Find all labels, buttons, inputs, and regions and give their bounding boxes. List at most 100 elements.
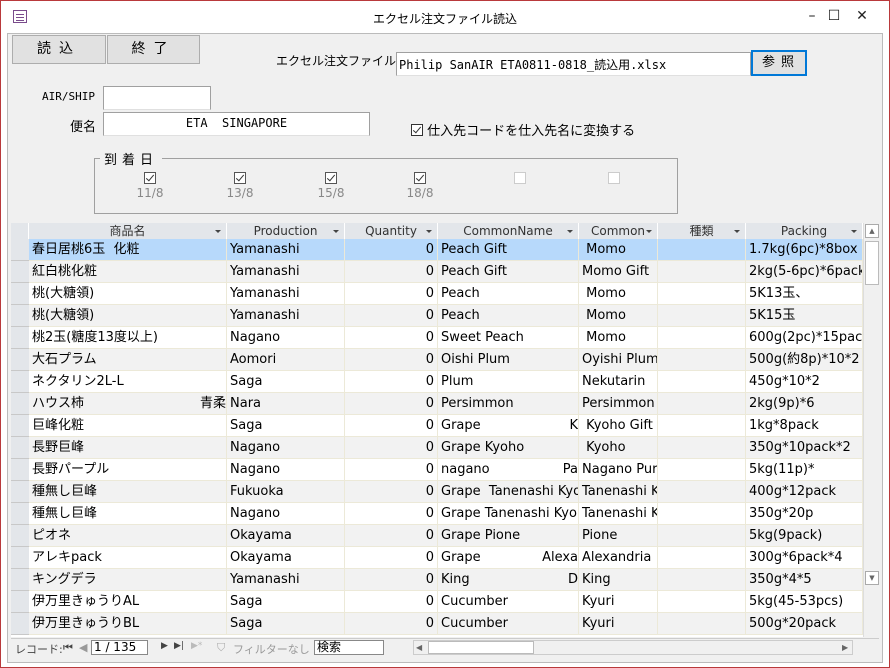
table-row[interactable]: 長野パープル Nagano 0 nagano Pa Nagano Purple 5kg(11… xyxy=(11,459,863,481)
cell-common-name[interactable]: Grape Alexa xyxy=(438,547,579,569)
row-selector[interactable] xyxy=(11,437,29,459)
cell-quantity[interactable]: 0 xyxy=(345,459,438,481)
cell-common-name[interactable]: Persimmon xyxy=(438,393,579,415)
cell-common[interactable]: Momo xyxy=(579,239,658,261)
cell-common-name[interactable]: Cucumber xyxy=(438,613,579,635)
cell-type[interactable] xyxy=(658,393,746,415)
cell-type[interactable] xyxy=(658,613,746,635)
row-selector[interactable] xyxy=(11,261,29,283)
cell-product-name[interactable]: アレキpack xyxy=(29,547,227,569)
cell-packing[interactable]: 450g*10*2 xyxy=(746,371,863,393)
cell-common[interactable]: Nekutarin xyxy=(579,371,658,393)
cell-production[interactable]: Okayama xyxy=(227,547,345,569)
row-selector[interactable] xyxy=(11,371,29,393)
arrival-day-5[interactable] xyxy=(500,172,540,186)
next-record-icon[interactable]: ▶ xyxy=(161,641,168,651)
cell-packing[interactable]: 350g*10pack*2 xyxy=(746,437,863,459)
cell-quantity[interactable]: 0 xyxy=(345,261,438,283)
cell-packing[interactable]: 350g*4*5 xyxy=(746,569,863,591)
cell-quantity[interactable]: 0 xyxy=(345,239,438,261)
cell-packing[interactable]: 350g*20p xyxy=(746,503,863,525)
cell-packing[interactable]: 5kg(11p)* xyxy=(746,459,863,481)
cell-common-name[interactable]: Plum xyxy=(438,371,579,393)
cell-product-name[interactable]: 桃2玉(糖度13度以上) xyxy=(29,327,227,349)
cell-packing[interactable]: 600g(2pc)*15pack xyxy=(746,327,863,349)
cell-packing[interactable]: 500g(約8p)*10*2 xyxy=(746,349,863,371)
cell-quantity[interactable]: 0 xyxy=(345,481,438,503)
cell-production[interactable]: Saga xyxy=(227,613,345,635)
cell-common[interactable]: Oyishi Plum xyxy=(579,349,658,371)
cell-product-name[interactable]: 大石プラム xyxy=(29,349,227,371)
row-selector[interactable] xyxy=(11,305,29,327)
table-row[interactable]: 伊万里きゅうりAL Saga 0 Cucumber Kyuri 5kg(45-53pcs) xyxy=(11,591,863,613)
cell-common[interactable]: Momo xyxy=(579,305,658,327)
scroll-left-icon[interactable]: ◀ xyxy=(416,641,422,654)
cell-product-name[interactable]: 長野巨峰 xyxy=(29,437,227,459)
cell-product-name[interactable]: 巨峰化粧 xyxy=(29,415,227,437)
cell-common[interactable]: Kyoho Gift xyxy=(579,415,658,437)
vertical-scrollbar[interactable]: ▲ ▼ xyxy=(863,223,879,637)
cell-type[interactable] xyxy=(658,305,746,327)
row-selector[interactable] xyxy=(11,503,29,525)
filter-status[interactable]: フィルターなし xyxy=(233,641,310,657)
cell-common-name[interactable]: Peach Gift xyxy=(438,239,579,261)
air-ship-input[interactable] xyxy=(103,86,211,110)
cell-product-name[interactable]: 桃(大糖領) xyxy=(29,283,227,305)
table-row[interactable]: 春日居桃6玉 化粧 Yamanashi 0 Peach Gift Momo 1.7kg(… xyxy=(11,239,863,261)
flight-input[interactable]: ETA SINGAPORE xyxy=(103,112,370,136)
cell-common-name[interactable]: Oishi Plum xyxy=(438,349,579,371)
scroll-thumb[interactable] xyxy=(428,641,534,654)
cell-product-name[interactable]: 種無し巨峰 xyxy=(29,481,227,503)
cell-production[interactable]: Yamanashi xyxy=(227,239,345,261)
cell-product-name[interactable]: 春日居桃6玉 化粧 xyxy=(29,239,227,261)
cell-product-name[interactable]: 紅白桃化粧 xyxy=(29,261,227,283)
cell-packing[interactable]: 5kg(9pack) xyxy=(746,525,863,547)
row-selector[interactable] xyxy=(11,569,29,591)
cell-product-name[interactable]: 伊万里きゅうりBL xyxy=(29,613,227,635)
checkbox-icon[interactable] xyxy=(144,172,156,184)
scroll-up-icon[interactable]: ▲ xyxy=(865,224,879,238)
cell-packing[interactable]: 5K15玉 xyxy=(746,305,863,327)
cell-common-name[interactable]: Grape Pione xyxy=(438,525,579,547)
cell-quantity[interactable]: 0 xyxy=(345,525,438,547)
column-header-common-name[interactable]: CommonName xyxy=(438,223,579,240)
cell-common-name[interactable]: Grape Kyoho xyxy=(438,437,579,459)
cell-product-name[interactable]: ハウス柿 青柔 xyxy=(29,393,227,415)
checkbox-icon[interactable] xyxy=(411,124,423,136)
sort-dropdown-icon[interactable] xyxy=(851,230,857,233)
sort-dropdown-icon[interactable] xyxy=(567,230,573,233)
row-selector[interactable] xyxy=(11,613,29,635)
cell-quantity[interactable]: 0 xyxy=(345,327,438,349)
cell-type[interactable] xyxy=(658,437,746,459)
table-row[interactable]: 紅白桃化粧 Yamanashi 0 Peach Gift Momo Gift 2kg(5-… xyxy=(11,261,863,283)
select-all-corner[interactable] xyxy=(11,223,29,240)
cell-common[interactable]: Persimmon xyxy=(579,393,658,415)
cell-quantity[interactable]: 0 xyxy=(345,283,438,305)
previous-record-icon[interactable]: ◀ xyxy=(79,641,87,654)
exit-button[interactable]: 終了 xyxy=(107,35,200,64)
cell-common[interactable]: Pione xyxy=(579,525,658,547)
sort-dropdown-icon[interactable] xyxy=(333,230,339,233)
cell-production[interactable]: Nara xyxy=(227,393,345,415)
cell-product-name[interactable]: 種無し巨峰 xyxy=(29,503,227,525)
cell-common[interactable]: Nagano Purple xyxy=(579,459,658,481)
cell-quantity[interactable]: 0 xyxy=(345,613,438,635)
arrival-day-3[interactable]: 15/8 xyxy=(311,172,351,200)
cell-quantity[interactable]: 0 xyxy=(345,437,438,459)
row-selector[interactable] xyxy=(11,349,29,371)
row-selector[interactable] xyxy=(11,547,29,569)
cell-type[interactable] xyxy=(658,525,746,547)
cell-type[interactable] xyxy=(658,503,746,525)
cell-type[interactable] xyxy=(658,481,746,503)
scroll-right-icon[interactable]: ▶ xyxy=(842,641,848,654)
scroll-thumb[interactable] xyxy=(865,241,879,285)
excel-file-input[interactable]: Philip SanAIR ETA0811-0818_読込用.xlsx xyxy=(396,52,751,76)
first-record-icon[interactable]: ⏮ xyxy=(63,641,73,655)
table-row[interactable]: 種無し巨峰 Fukuoka 0 Grape Tanenashi Kyoho Tanena… xyxy=(11,481,863,503)
cell-common-name[interactable]: Sweet Peach xyxy=(438,327,579,349)
table-row[interactable]: アレキpack Okayama 0 Grape Alexa Alexandria 300g*… xyxy=(11,547,863,569)
column-header-type[interactable]: 種類 xyxy=(658,223,746,240)
cell-type[interactable] xyxy=(658,591,746,613)
cell-production[interactable]: Aomori xyxy=(227,349,345,371)
cell-common[interactable]: Kyuri xyxy=(579,613,658,635)
